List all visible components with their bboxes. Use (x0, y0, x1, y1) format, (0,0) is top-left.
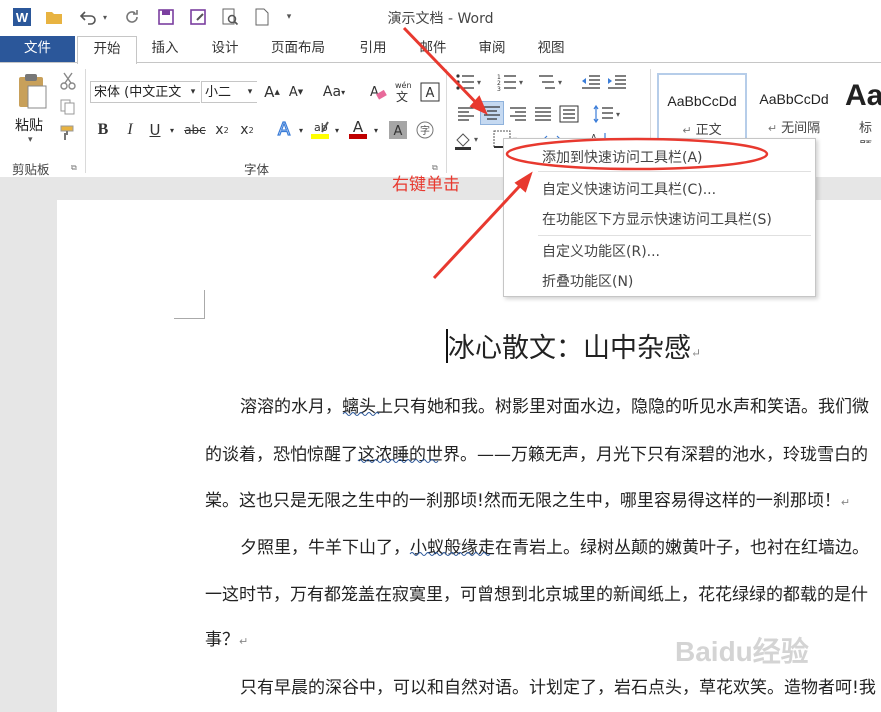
menu-item-add-to-qat[interactable]: 添加到快速访问工具栏(A) (542, 147, 703, 167)
annotation-label: 右键单击 (392, 175, 460, 195)
menu-separator (538, 235, 811, 236)
grammar-squiggle (409, 552, 491, 556)
grammar-squiggle (357, 459, 439, 463)
menu-item-customize-ribbon[interactable]: 自定义功能区(R)... (542, 241, 660, 261)
grammar-squiggle (342, 412, 380, 416)
menu-item-show-qat-below-ribbon[interactable]: 在功能区下方显示快速访问工具栏(S) (542, 209, 772, 229)
menu-item-collapse-ribbon[interactable]: 折叠功能区(N) (542, 271, 633, 291)
tab-home[interactable]: 开始 (77, 36, 137, 64)
menu-item-customize-qat[interactable]: 自定义快速访问工具栏(C)... (542, 179, 716, 199)
spelling-underlines (342, 412, 491, 556)
menu-separator (538, 171, 811, 172)
watermark: Baidu经验 (675, 636, 809, 667)
context-menu: 添加到快速访问工具栏(A) 自定义快速访问工具栏(C)... 在功能区下方显示快… (503, 138, 816, 297)
